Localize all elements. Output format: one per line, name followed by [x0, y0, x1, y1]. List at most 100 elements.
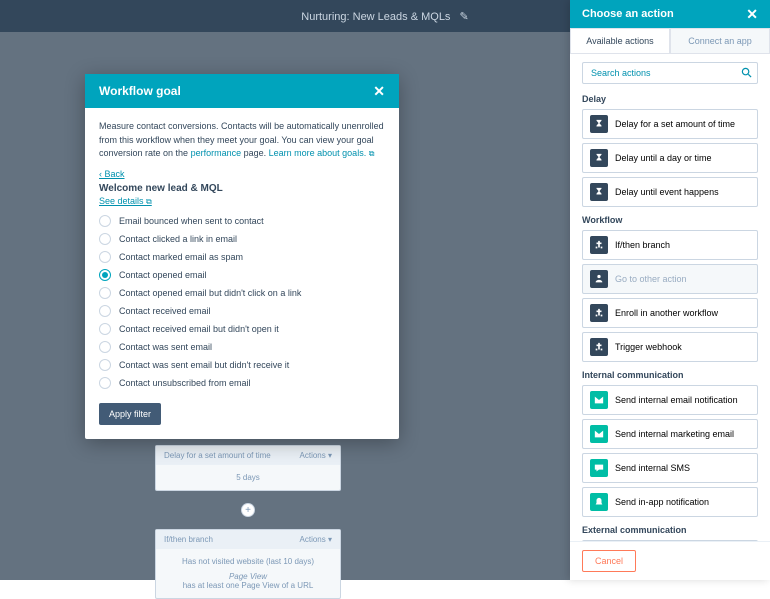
radio-icon[interactable] — [99, 359, 111, 371]
person-arrow-icon — [590, 270, 608, 288]
radio-icon[interactable] — [99, 233, 111, 245]
hourglass-icon — [590, 115, 608, 133]
radio-label: Contact received email but didn't open i… — [119, 324, 279, 334]
node-actions-menu[interactable]: Actions ▾ — [300, 535, 332, 544]
radio-option[interactable]: Contact received email but didn't open i… — [99, 323, 385, 335]
radio-label: Contact received email — [119, 306, 211, 316]
close-icon[interactable]: ✕ — [746, 7, 758, 21]
performance-link[interactable]: performance — [191, 148, 242, 158]
search-input[interactable] — [582, 62, 758, 84]
back-link[interactable]: ‹ Back — [99, 169, 385, 179]
group-label: External communication — [582, 525, 758, 535]
branch-icon — [590, 304, 608, 322]
radio-option[interactable]: Contact received email — [99, 305, 385, 317]
action-item[interactable]: Delay until event happens — [582, 177, 758, 207]
branch-node[interactable]: If/then branch Actions ▾ Has not visited… — [155, 529, 341, 599]
action-label: If/then branch — [615, 240, 670, 250]
action-item[interactable]: Send internal marketing email — [582, 419, 758, 449]
radio-icon[interactable] — [99, 323, 111, 335]
workflow-goal-modal: Workflow goal ✕ Measure contact conversi… — [85, 74, 399, 439]
close-icon[interactable]: ✕ — [373, 84, 385, 98]
goal-title: Welcome new lead & MQL — [99, 183, 385, 194]
radio-label: Contact opened email — [119, 270, 207, 280]
radio-option[interactable]: Contact opened email but didn't click on… — [99, 287, 385, 299]
radio-icon[interactable] — [99, 377, 111, 389]
cancel-button[interactable]: Cancel — [582, 550, 636, 572]
panel-tabs: Available actions Connect an app — [570, 28, 770, 54]
action-label: Send internal marketing email — [615, 429, 734, 439]
action-item: Go to other action — [582, 264, 758, 294]
action-label: Send in-app notification — [615, 497, 709, 507]
node-title: If/then branch — [164, 535, 213, 544]
radio-list: Email bounced when sent to contact Contac… — [99, 215, 385, 389]
action-item[interactable]: If/then branch — [582, 230, 758, 260]
tab-available-actions[interactable]: Available actions — [570, 28, 670, 53]
chat-icon — [590, 459, 608, 477]
action-item[interactable]: Delay until a day or time — [582, 143, 758, 173]
mail-icon — [590, 391, 608, 409]
node-title: Delay for a set amount of time — [164, 451, 271, 460]
radio-icon[interactable] — [99, 215, 111, 227]
group-label: Workflow — [582, 215, 758, 225]
modal-header: Workflow goal ✕ — [85, 74, 399, 108]
radio-option[interactable]: Contact was sent email but didn't receiv… — [99, 359, 385, 371]
radio-label: Contact opened email but didn't click on… — [119, 288, 301, 298]
hourglass-icon — [590, 183, 608, 201]
search-icon[interactable] — [741, 67, 752, 81]
action-item[interactable]: Send internal SMS — [582, 453, 758, 483]
radio-option[interactable]: Contact marked email as spam — [99, 251, 385, 263]
radio-option[interactable]: Contact was sent email — [99, 341, 385, 353]
delay-node[interactable]: Delay for a set amount of time Actions ▾… — [155, 445, 341, 491]
action-label: Trigger webhook — [615, 342, 682, 352]
radio-label: Contact unsubscribed from email — [119, 378, 251, 388]
action-item[interactable]: Send in-app notification — [582, 487, 758, 517]
panel-header: Choose an action ✕ — [570, 0, 770, 28]
node-actions-menu[interactable]: Actions ▾ — [300, 451, 332, 460]
action-label: Delay for a set amount of time — [615, 119, 735, 129]
bell-icon — [590, 493, 608, 511]
action-label: Delay until event happens — [615, 187, 719, 197]
radio-option[interactable]: Email bounced when sent to contact — [99, 215, 385, 227]
mail-icon — [590, 425, 608, 443]
panel-footer: Cancel — [570, 541, 770, 580]
apply-filter-button[interactable]: Apply filter — [99, 403, 161, 425]
radio-label: Contact was sent email but didn't receiv… — [119, 360, 289, 370]
radio-icon[interactable] — [99, 251, 111, 263]
modal-description: Measure contact conversions. Contacts wi… — [99, 120, 385, 161]
edit-icon[interactable]: ✎ — [460, 10, 469, 23]
action-item[interactable]: Enroll in another workflow — [582, 298, 758, 328]
panel-title: Choose an action — [582, 8, 674, 20]
see-details-link[interactable]: See details ⧉ — [99, 196, 152, 207]
radio-label: Contact clicked a link in email — [119, 234, 237, 244]
plus-icon[interactable]: + — [241, 503, 255, 517]
hourglass-icon — [590, 149, 608, 167]
action-label: Delay until a day or time — [615, 153, 712, 163]
action-label: Send internal SMS — [615, 463, 690, 473]
tab-connect-app[interactable]: Connect an app — [670, 28, 770, 53]
action-item[interactable]: Delay for a set amount of time — [582, 109, 758, 139]
search-row — [582, 62, 758, 84]
radio-option[interactable]: Contact unsubscribed from email — [99, 377, 385, 389]
radio-icon[interactable] — [99, 305, 111, 317]
action-item[interactable]: Send internal email notification — [582, 385, 758, 415]
radio-icon[interactable] — [99, 341, 111, 353]
action-panel: Choose an action ✕ Available actions Con… — [570, 0, 770, 580]
external-link-icon: ⧉ — [369, 149, 375, 158]
action-label: Go to other action — [615, 274, 687, 284]
radio-option[interactable]: Contact clicked a link in email — [99, 233, 385, 245]
radio-label: Contact was sent email — [119, 342, 212, 352]
radio-icon[interactable] — [99, 287, 111, 299]
radio-option[interactable]: Contact opened email — [99, 269, 385, 281]
radio-icon[interactable] — [99, 269, 111, 281]
radio-label: Email bounced when sent to contact — [119, 216, 264, 226]
action-item[interactable]: Trigger webhook — [582, 332, 758, 362]
learn-more-link[interactable]: Learn more about goals. ⧉ — [269, 148, 375, 158]
modal-title: Workflow goal — [99, 84, 181, 98]
node-body: 5 days — [156, 465, 340, 490]
branch-sub2: has at least one Page View of a URL — [164, 581, 332, 590]
branch-condition: Has not visited website (last 10 days) — [164, 557, 332, 566]
branch-icon — [590, 236, 608, 254]
action-label: Enroll in another workflow — [615, 308, 718, 318]
branch-icon — [590, 338, 608, 356]
group-label: Internal communication — [582, 370, 758, 380]
